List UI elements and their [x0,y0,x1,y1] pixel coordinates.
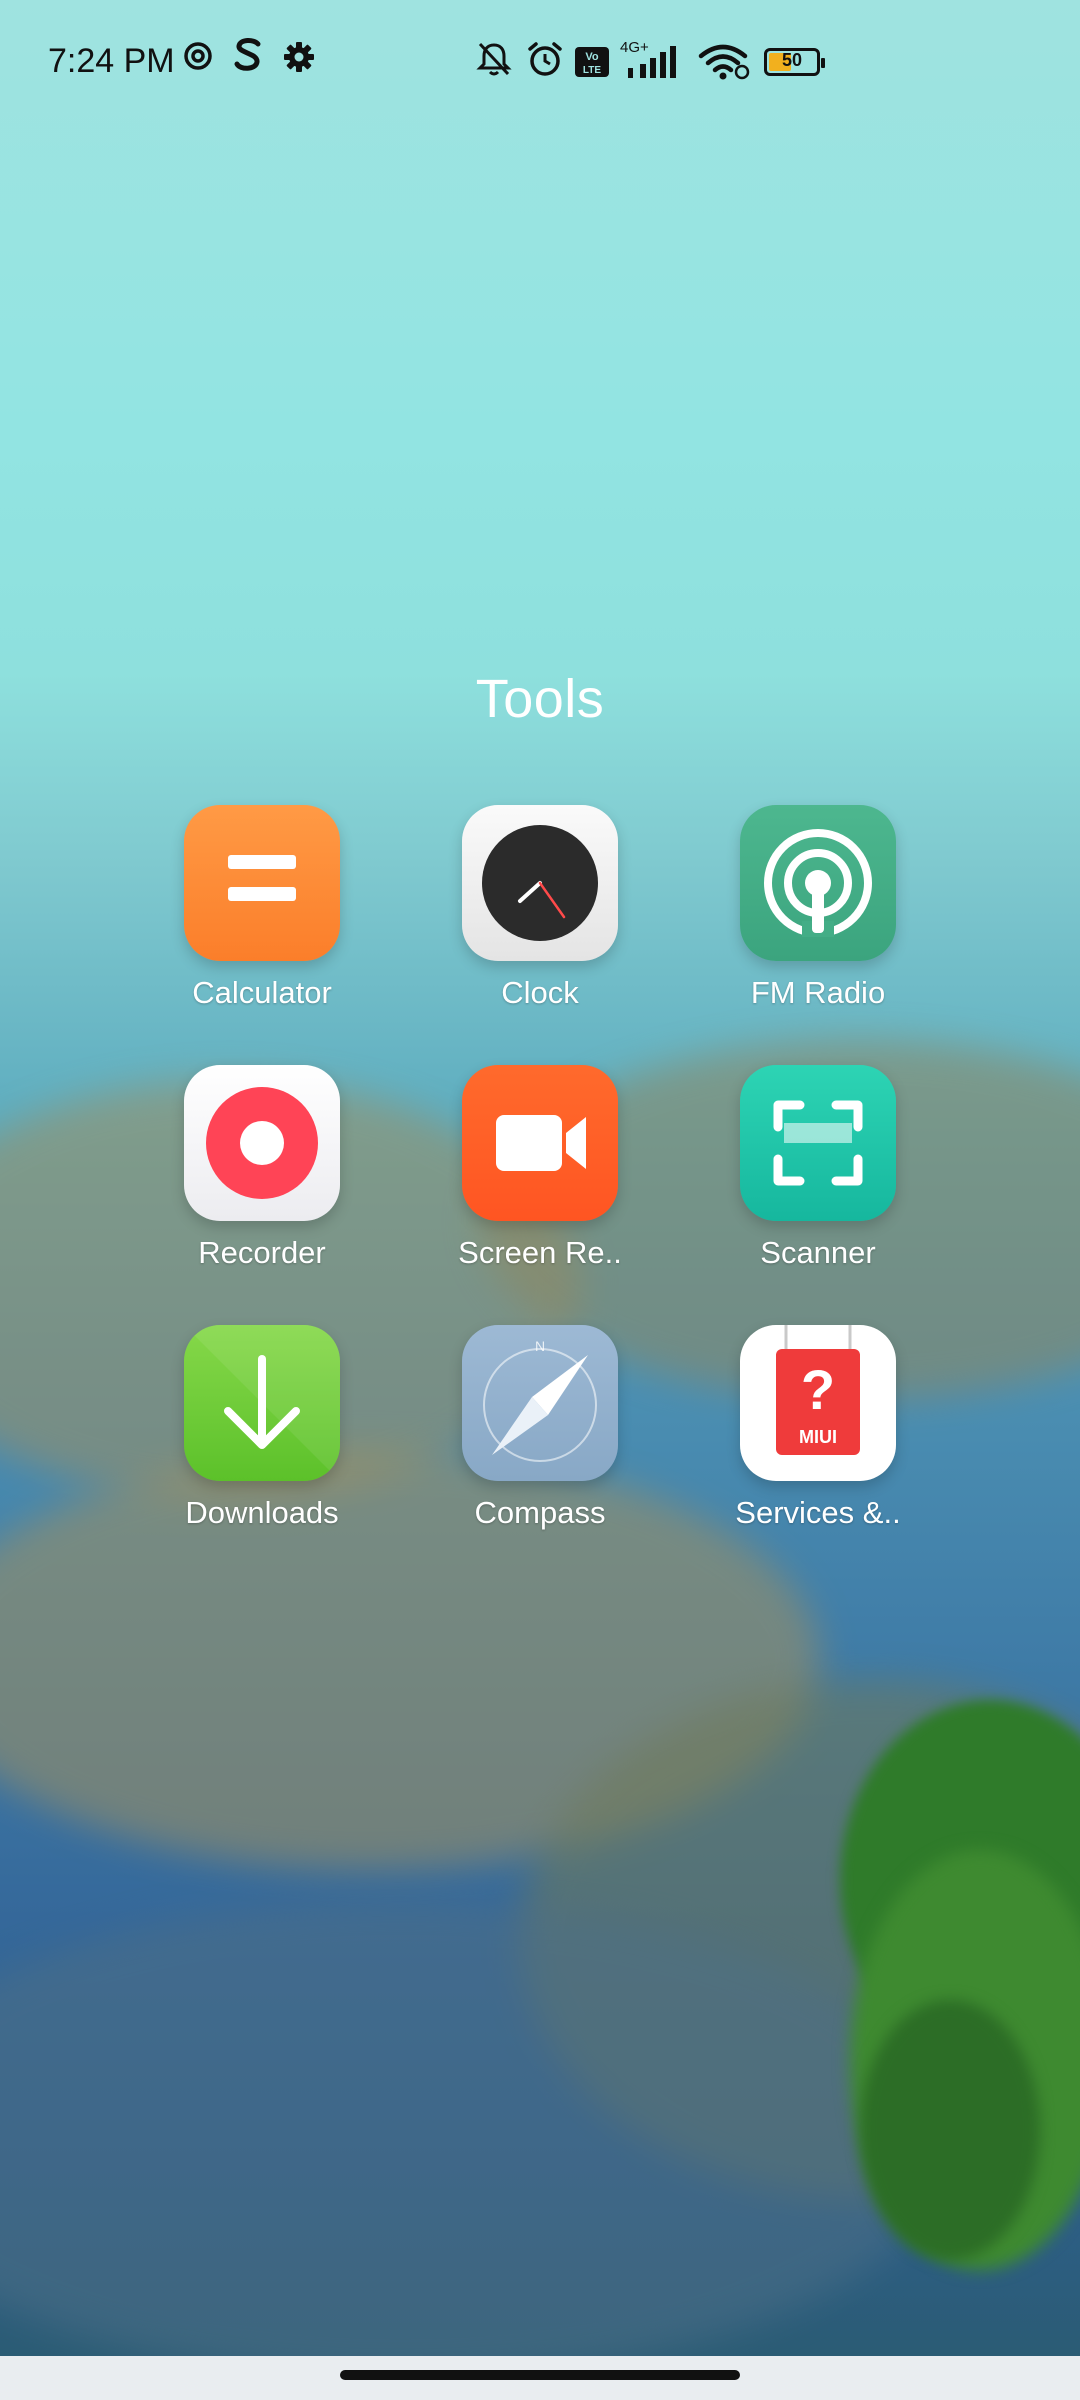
app-screen-recorder[interactable]: Screen Re.. [420,1065,660,1271]
app-clock[interactable]: Clock [420,805,660,1011]
svg-text:4G+: 4G+ [620,39,649,56]
app-label: Clock [501,975,579,1010]
svg-text:Vo: Vo [585,51,599,63]
scanner-icon [740,1065,896,1221]
battery-level: 50 [781,50,803,70]
app-label: Calculator [192,975,332,1010]
status-time: 7:24 PM [48,42,175,80]
gesture-handle[interactable] [340,2370,740,2380]
battery-nub [821,58,825,68]
app-label: Recorder [198,1235,326,1270]
app-services-feedback[interactable]: ? MIUI Services &.. [698,1325,938,1531]
app-calculator[interactable]: Calculator [142,805,382,1011]
app-scanner[interactable]: Scanner [698,1065,938,1271]
wallpaper-tree [860,2000,1040,2260]
app-downloads[interactable]: Downloads [142,1325,382,1531]
app-recorder[interactable]: Recorder [142,1065,382,1271]
app-label: Downloads [185,1495,339,1530]
app-compass[interactable]: N Compass [420,1325,660,1531]
alarm-icon [526,40,564,83]
bell-off-icon [476,40,512,83]
download-icon [184,1325,340,1481]
recorder-icon [184,1065,340,1221]
wifi-icon [698,44,752,87]
signal-4g-icon: 4G+ [618,38,686,87]
app-label: Compass [474,1495,606,1530]
status-bar: 7:24 PM Vo LTE 4G+ 50 [0,0,1080,128]
svg-text:N: N [535,1338,545,1354]
screen-recorder-icon [462,1065,618,1221]
volte-icon: Vo LTE [574,46,610,83]
s-icon [232,36,264,79]
radio-icon [740,805,896,961]
navigation-bar [0,2356,1080,2400]
svg-text:?: ? [801,1358,835,1421]
services-feedback-icon: ? MIUI [740,1325,896,1481]
at-sign-icon [182,40,214,77]
app-label: Services &.. [735,1495,901,1530]
svg-text:LTE: LTE [583,65,601,76]
calculator-icon [184,805,340,961]
folder-title[interactable]: Tools [0,668,1080,730]
compass-icon: N [462,1325,618,1481]
app-fm-radio[interactable]: FM Radio [698,805,938,1011]
app-label: FM Radio [750,975,886,1010]
app-label: Scanner [760,1235,876,1270]
app-label: Screen Re.. [458,1235,622,1270]
battery-icon: 50 [764,48,825,76]
miui-badge-text: MIUI [799,1427,837,1447]
clock-icon [462,805,618,961]
gear-icon [282,40,316,79]
